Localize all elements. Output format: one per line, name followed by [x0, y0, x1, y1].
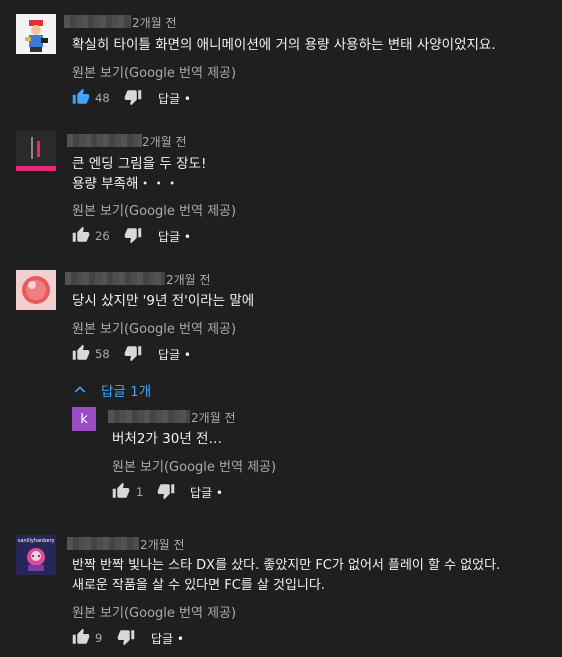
comment-actions: 58 답글 • — [72, 344, 272, 364]
like-count: 9 — [95, 631, 103, 645]
thumbs-up-icon[interactable] — [72, 344, 90, 362]
thumbs-down-icon[interactable] — [124, 226, 142, 244]
avatar[interactable] — [16, 270, 56, 310]
comment-actions: 48 답글 • — [72, 88, 272, 108]
reply-button[interactable]: 답글 • — [151, 630, 184, 647]
comment-actions: 9 답글 • — [72, 628, 272, 648]
author-name-redacted[interactable] — [64, 15, 131, 28]
avatar[interactable] — [16, 14, 56, 54]
reply-button[interactable]: 답글 • — [190, 484, 223, 501]
view-original-link[interactable]: 원본 보기(Google 번역 제공) — [72, 200, 236, 219]
reply-button[interactable]: 답글 • — [158, 346, 191, 363]
thumbs-down-icon[interactable] — [124, 88, 142, 106]
like-count: 26 — [95, 229, 110, 243]
thumbs-down-icon[interactable] — [124, 344, 142, 362]
author-name-redacted[interactable] — [65, 272, 165, 285]
author-name-redacted[interactable] — [108, 410, 190, 423]
author-name-redacted[interactable] — [67, 537, 139, 550]
comment-text: 반짝 반짝 빛나는 스타 DX를 샀다. 좋았지만 FC가 없어서 플레이 할 … — [72, 558, 501, 593]
thumbs-down-icon[interactable] — [117, 628, 135, 646]
like-count: 1 — [136, 485, 144, 499]
comment-text: 버처2가 30년 전… — [112, 431, 222, 447]
comment-text: 당시 샀지만 '9년 전'이라는 말에 — [72, 293, 255, 309]
thumbs-up-icon[interactable] — [72, 628, 90, 646]
comment-text: 확실히 타이틀 화면의 애니메이션에 거의 용량 사용하는 변태 사양이었지요. — [72, 37, 496, 53]
chevron-up-icon — [74, 386, 86, 393]
like-count: 58 — [95, 347, 110, 361]
avatar-letter: k — [80, 411, 88, 427]
thumbs-down-icon[interactable] — [157, 482, 175, 500]
comment-time[interactable]: 2개월 전 — [140, 536, 185, 553]
author-name-redacted[interactable] — [67, 134, 142, 147]
view-original-link[interactable]: 원본 보기(Google 번역 제공) — [72, 62, 236, 81]
avatar[interactable]: vanillyhanbery — [16, 535, 56, 575]
thumbs-up-icon[interactable] — [112, 482, 130, 500]
replies-toggle-label: 답글 1개 — [101, 384, 152, 400]
comment-actions: 1 답글 • — [112, 482, 312, 502]
comment-time[interactable]: 2개월 전 — [191, 409, 236, 426]
view-original-link[interactable]: 원본 보기(Google 번역 제공) — [112, 456, 276, 475]
comment-time[interactable]: 2개월 전 — [142, 133, 187, 150]
comment-time[interactable]: 2개월 전 — [132, 14, 177, 31]
comment-actions: 26 답글 • — [72, 226, 272, 246]
avatar[interactable] — [16, 131, 56, 171]
like-count: 48 — [95, 91, 110, 105]
reply-button[interactable]: 답글 • — [158, 228, 191, 245]
reply-button[interactable]: 답글 • — [158, 90, 191, 107]
view-original-link[interactable]: 원본 보기(Google 번역 제공) — [72, 318, 236, 337]
comment-time[interactable]: 2개월 전 — [166, 271, 211, 288]
comment-text: 큰 엔딩 그림을 두 장도! 용량 부족해・・・ — [72, 156, 207, 192]
view-original-link[interactable]: 원본 보기(Google 번역 제공) — [72, 602, 236, 621]
thumbs-up-icon[interactable] — [72, 226, 90, 244]
avatar-caption: vanillyhanbery — [18, 538, 55, 544]
thumbs-up-icon[interactable] — [72, 88, 90, 106]
avatar[interactable]: k — [72, 407, 96, 431]
